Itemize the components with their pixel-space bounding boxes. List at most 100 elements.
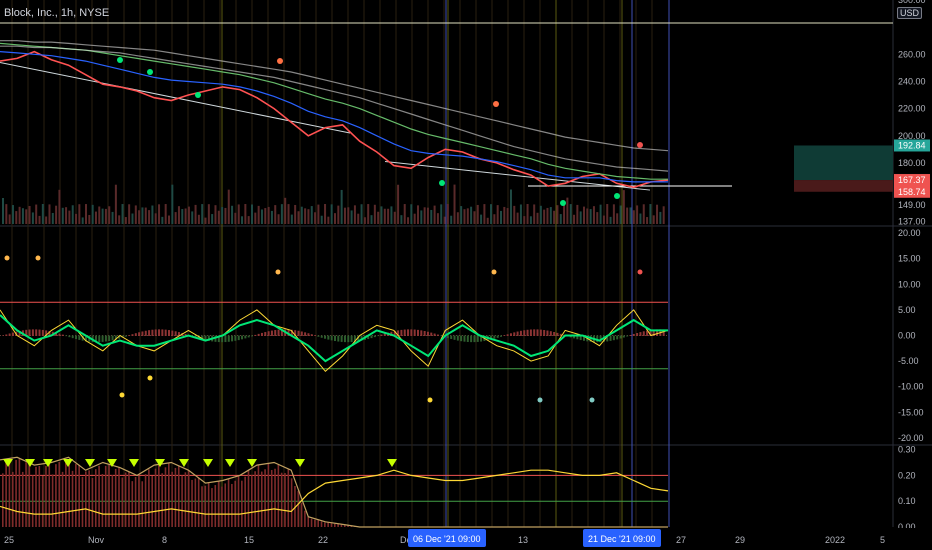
volume-bar bbox=[211, 214, 214, 224]
oscillator-histogram-bar bbox=[423, 330, 426, 336]
volume-bar bbox=[270, 210, 273, 224]
time-highlight-time: 09:00 bbox=[633, 534, 656, 544]
oscillator-histogram-bar bbox=[553, 331, 556, 336]
volume-bar bbox=[519, 204, 522, 224]
price-label-text: 192.84 bbox=[898, 140, 926, 150]
volume-bar bbox=[387, 208, 390, 224]
oscillator-histogram-bar bbox=[543, 330, 546, 336]
oscillator-histogram-bar bbox=[28, 329, 31, 336]
volume-bar bbox=[579, 211, 582, 224]
position-profit-zone bbox=[794, 145, 893, 181]
oscillator-histogram-bar bbox=[224, 335, 227, 343]
chart-title: Block, Inc., 1h, NYSE bbox=[4, 7, 110, 19]
volume-bar bbox=[187, 206, 190, 224]
oscillator-histogram-bar bbox=[141, 331, 144, 336]
indicator-area-bar bbox=[88, 470, 90, 527]
indicator-line bbox=[0, 469, 669, 515]
price-axis-tick: 200.00 bbox=[898, 131, 926, 141]
currency-badge[interactable]: USD bbox=[896, 7, 922, 19]
oscillator-histogram-bar bbox=[539, 329, 542, 336]
time-axis-tick: 2022 bbox=[825, 535, 845, 545]
volume-bar bbox=[483, 204, 486, 224]
volume-bar bbox=[138, 210, 141, 224]
oscillator-histogram-bar bbox=[128, 335, 131, 336]
oscillator-histogram-bar bbox=[473, 335, 476, 343]
volume-bar bbox=[231, 205, 234, 224]
oscillator-axis-tick: 5.00 bbox=[898, 305, 916, 315]
oscillator-histogram-bar bbox=[529, 329, 532, 336]
indicator-area-bar bbox=[287, 469, 290, 527]
indicator-area-bar bbox=[241, 480, 243, 527]
oscillator-signal-marker bbox=[147, 375, 153, 381]
volume-bar bbox=[317, 204, 320, 224]
oscillator-histogram-bar bbox=[320, 335, 323, 338]
volume-bar bbox=[168, 215, 170, 224]
oscillator-histogram-bar bbox=[636, 333, 639, 336]
volume-bar bbox=[383, 208, 386, 224]
indicator-area-bar bbox=[310, 518, 313, 527]
indicator-area-bar bbox=[204, 485, 207, 527]
volume-bar bbox=[94, 211, 97, 224]
oscillator-histogram-bar bbox=[161, 329, 164, 336]
indicator-area-bar bbox=[111, 475, 114, 527]
volume-bar bbox=[104, 208, 107, 224]
volume-bar bbox=[227, 189, 230, 224]
volume-bar bbox=[114, 184, 117, 224]
indicator-area-bar bbox=[21, 471, 24, 527]
volume-bar bbox=[254, 212, 257, 224]
volume-bar bbox=[639, 213, 642, 224]
volume-bar bbox=[340, 189, 343, 224]
price-axis-tick: 260.00 bbox=[898, 49, 926, 59]
volume-bar bbox=[536, 212, 539, 224]
volume-bar bbox=[55, 205, 58, 224]
oscillator-histogram-bar bbox=[503, 335, 506, 336]
volume-bar bbox=[290, 214, 293, 224]
volume-bar bbox=[154, 213, 157, 224]
indicator-area-bar bbox=[151, 475, 153, 527]
price-axis-tick: 180.00 bbox=[898, 158, 926, 168]
volume-bar bbox=[85, 204, 87, 224]
oscillator-histogram-bar bbox=[111, 335, 114, 341]
oscillator-histogram-bar bbox=[304, 332, 307, 336]
oscillator-histogram-bar bbox=[277, 329, 280, 336]
indicator-area-bar bbox=[164, 467, 167, 527]
indicator-area-bar bbox=[227, 478, 230, 527]
volume-bar bbox=[191, 211, 194, 224]
oscillator-histogram-bar bbox=[506, 334, 509, 336]
oscillator-histogram-bar bbox=[526, 329, 529, 336]
indicator-triangle-marker bbox=[63, 459, 73, 467]
volume-bar bbox=[652, 215, 655, 224]
position-loss-zone bbox=[794, 180, 893, 192]
indicator-area-bar bbox=[317, 519, 319, 527]
oscillator-histogram-bar bbox=[413, 329, 416, 336]
volume-bar bbox=[244, 204, 247, 224]
volume-bar bbox=[158, 204, 161, 224]
volume-bar bbox=[21, 208, 24, 224]
volume-bar bbox=[426, 207, 429, 224]
volume-bar bbox=[476, 204, 479, 224]
volume-bar bbox=[539, 205, 542, 224]
volume-bar bbox=[304, 208, 307, 224]
oscillator-signal-marker bbox=[491, 269, 497, 275]
volume-bar bbox=[320, 215, 323, 224]
volume-bar bbox=[177, 206, 180, 224]
indicator-area-bar bbox=[207, 482, 210, 527]
chart-canvas[interactable]: 300.00260.00240.00220.00200.00180.00149.… bbox=[0, 0, 932, 550]
oscillator-histogram-bar bbox=[98, 335, 101, 343]
time-highlight-date: 06 Dec '21 bbox=[413, 534, 456, 544]
oscillator-histogram-bar bbox=[264, 332, 267, 336]
oscillator-histogram-bar bbox=[496, 335, 499, 338]
volume-bar bbox=[217, 210, 220, 224]
volume-bar bbox=[337, 205, 340, 224]
indicator-area-bar bbox=[128, 471, 130, 527]
indicator-area-bar bbox=[121, 477, 124, 527]
volume-bar bbox=[592, 206, 595, 224]
volume-bar bbox=[101, 208, 104, 224]
moving-average-line bbox=[0, 40, 669, 152]
indicator-area-bar bbox=[134, 476, 137, 527]
volume-bar bbox=[98, 206, 101, 224]
indicator-area-bar bbox=[304, 510, 306, 527]
volume-bar bbox=[108, 206, 111, 224]
indicator-area-bar bbox=[38, 465, 41, 527]
indicator-area-bar bbox=[11, 471, 14, 527]
